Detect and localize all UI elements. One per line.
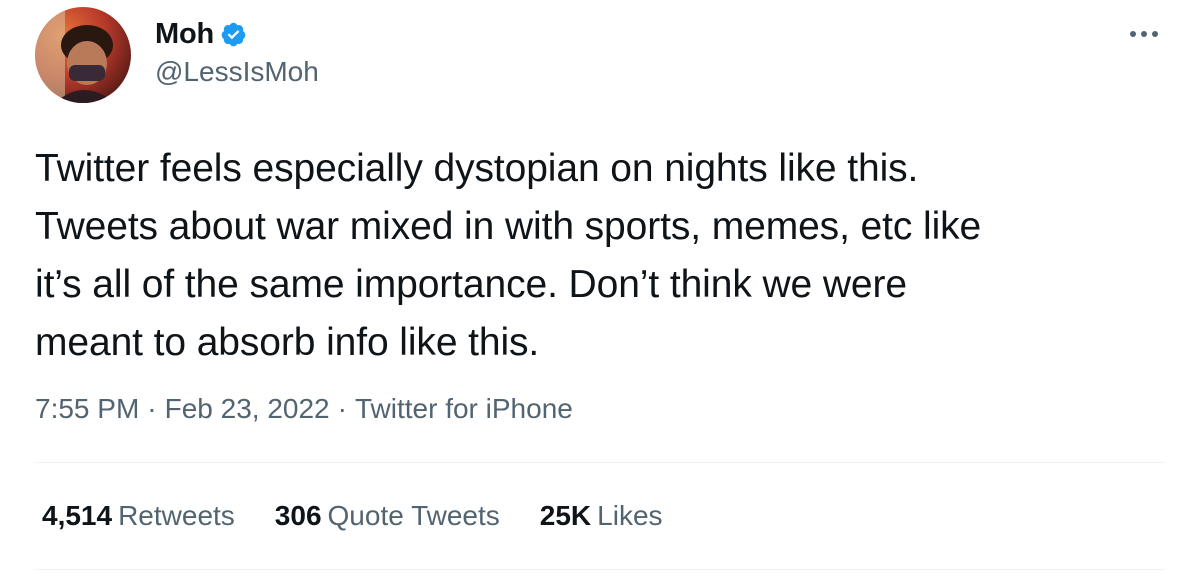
avatar[interactable] — [35, 7, 131, 103]
likes-stat[interactable]: 25K Likes — [540, 500, 663, 532]
display-name[interactable]: Moh — [155, 18, 214, 51]
retweets-label: Retweets — [118, 500, 235, 531]
quote-tweets-stat[interactable]: 306 Quote Tweets — [275, 500, 500, 532]
retweets-stat[interactable]: 4,514 Retweets — [42, 500, 235, 532]
quote-tweets-count: 306 — [274, 500, 322, 531]
likes-label: Likes — [597, 500, 663, 531]
verified-badge-icon — [220, 21, 247, 48]
retweets-count: 4,514 — [42, 500, 113, 531]
quote-tweets-label: Quote Tweets — [327, 500, 500, 531]
meta-separator: · — [337, 393, 347, 424]
divider — [35, 569, 1165, 570]
tweet-time[interactable]: 7:55 PM — [35, 393, 139, 425]
divider — [35, 462, 1165, 463]
tweet-source[interactable]: Twitter for iPhone — [355, 393, 573, 425]
engagement-stats: 4,514 Retweets 306 Quote Tweets 25K Likes — [42, 500, 663, 532]
more-options-button[interactable] — [1126, 16, 1162, 52]
tweet-card: Moh @LessIsMoh Twitter feels especially … — [0, 0, 1202, 574]
meta-separator: · — [147, 393, 157, 424]
tweet-text: Twitter feels especially dystopian on ni… — [35, 147, 982, 364]
tweet-date[interactable]: Feb 23, 2022 — [165, 393, 330, 425]
more-horizontal-icon — [1130, 31, 1158, 37]
tweet-metadata: 7:55 PM · Feb 23, 2022 · Twitter for iPh… — [35, 393, 573, 425]
author-handle[interactable]: @LessIsMoh — [155, 56, 319, 88]
avatar-image — [35, 7, 131, 103]
author-name-row: Moh — [155, 15, 247, 53]
likes-count: 25K — [539, 500, 592, 531]
